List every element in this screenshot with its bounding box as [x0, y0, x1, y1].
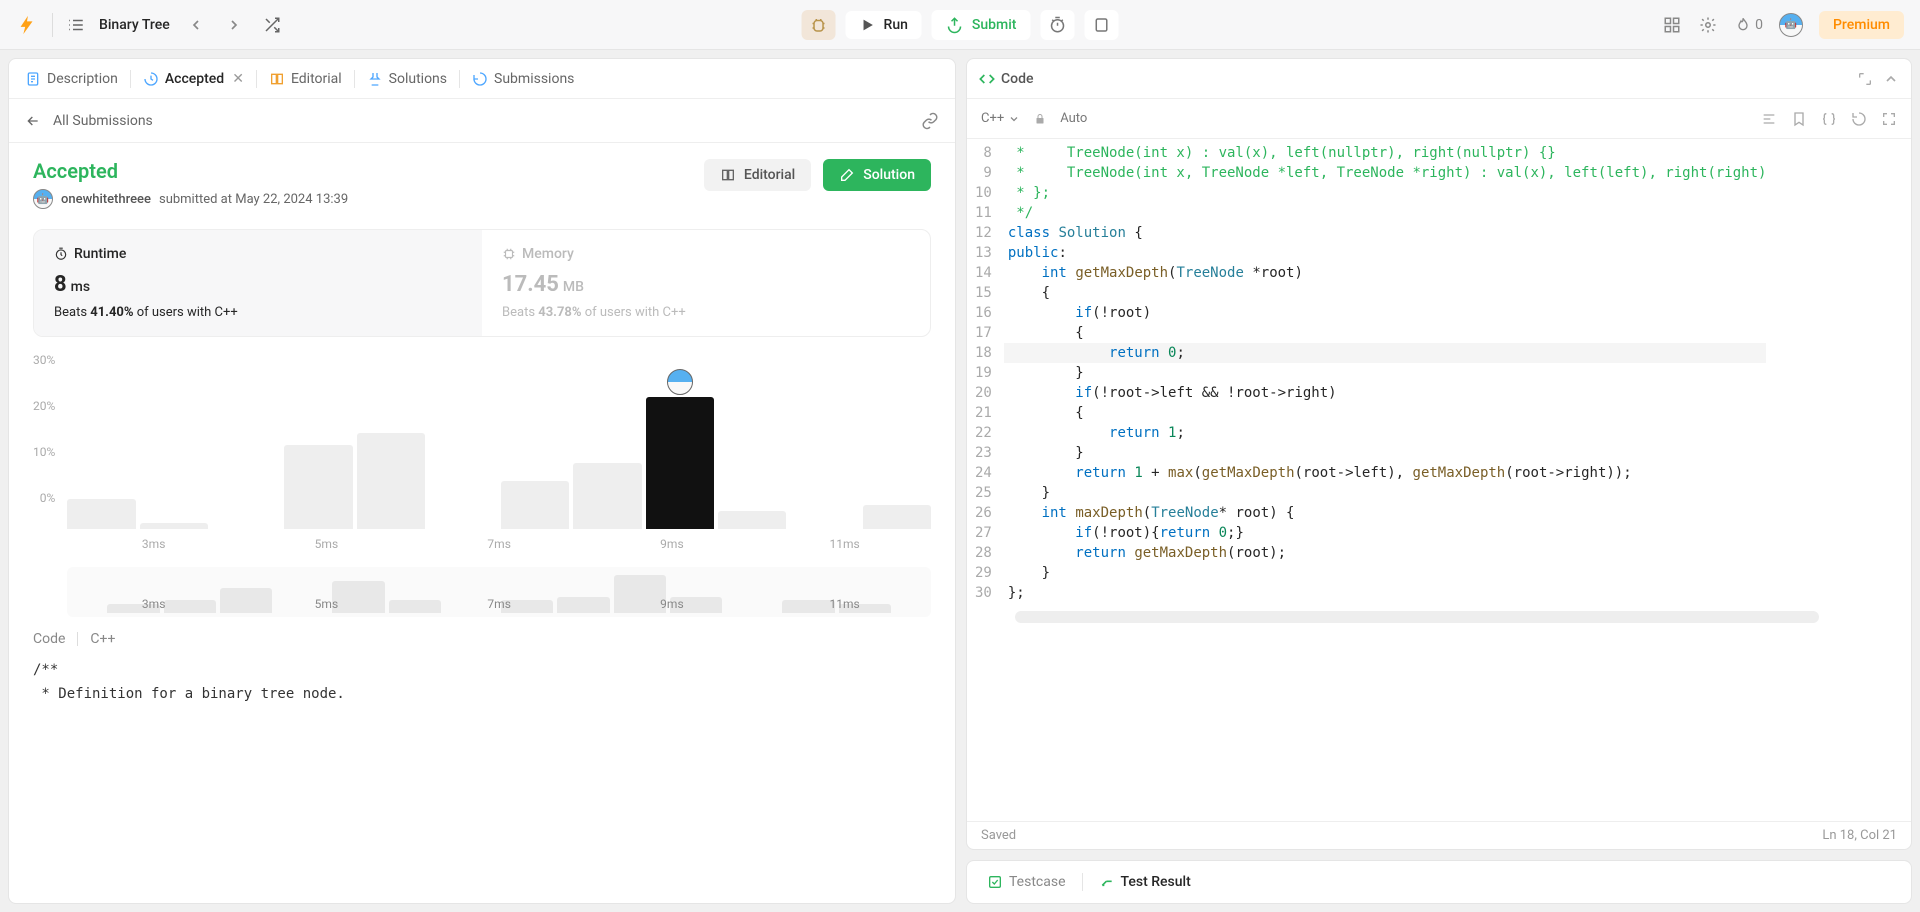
premium-button[interactable]: Premium [1819, 11, 1904, 39]
bookmark-icon[interactable] [1791, 111, 1807, 127]
code-editor-pane: Code C++ Auto [966, 58, 1912, 850]
auto-label[interactable]: Auto [1060, 111, 1087, 126]
code-section-header: Code C++ [33, 631, 931, 647]
lock-icon [1034, 113, 1046, 125]
submit-button[interactable]: Submit [932, 10, 1031, 40]
fullscreen-icon[interactable] [1881, 111, 1897, 127]
maximize-icon[interactable] [1857, 71, 1873, 87]
link-icon[interactable] [921, 112, 939, 130]
divider [52, 13, 53, 37]
chart-bar[interactable] [718, 511, 786, 529]
tab-solutions[interactable]: Solutions [355, 59, 459, 98]
chart-bar[interactable] [284, 445, 352, 529]
submitted-code: /** * Definition for a binary tree node. [33, 659, 931, 707]
chart-bar[interactable] [501, 481, 569, 529]
problem-list-icon[interactable] [67, 16, 85, 34]
streak-count: 0 [1755, 17, 1763, 33]
editorial-button[interactable]: Editorial [704, 159, 811, 191]
language-select[interactable]: C++ [981, 111, 1020, 126]
chart-bars[interactable] [67, 349, 931, 529]
run-label: Run [884, 17, 908, 33]
subheader: All Submissions [9, 99, 955, 143]
format-icon[interactable] [1761, 111, 1777, 127]
debug-button[interactable] [802, 10, 836, 40]
tab-description[interactable]: Description [13, 59, 130, 98]
user-marker [667, 369, 693, 395]
user-link[interactable]: onewhitethreee [61, 192, 151, 207]
chart-xaxis: 3ms5ms7ms9ms11ms [67, 537, 931, 551]
solution-button[interactable]: Solution [823, 159, 931, 191]
settings-icon[interactable] [1699, 15, 1719, 35]
user-avatar[interactable]: 🤖 [33, 189, 53, 209]
memory-metric[interactable]: Memory 17.45 MB Beats 43.78% of users wi… [482, 230, 930, 336]
chart-bar[interactable] [863, 505, 931, 529]
tab-accepted[interactable]: Accepted ✕ [131, 59, 256, 98]
cursor-position: Ln 18, Col 21 [1822, 828, 1897, 843]
chart-bar[interactable] [646, 397, 714, 529]
note-icon[interactable] [1084, 10, 1118, 40]
code-editor[interactable]: 8910111213141516171819202122232425262728… [967, 139, 1911, 821]
chart-xaxis-mini: 3ms5ms7ms9ms11ms [67, 597, 931, 611]
test-pane: Testcase Test Result [966, 860, 1912, 904]
status-title: Accepted [33, 159, 348, 183]
editor-lines[interactable]: * TreeNode(int x) : val(x), left(nullptr… [1004, 139, 1767, 607]
chart-bar[interactable] [140, 523, 208, 529]
back-button[interactable] [25, 113, 41, 129]
next-problem-button[interactable] [222, 13, 246, 37]
runtime-chart: 30%20%10%0% 3ms5ms7ms9ms11ms 3ms5ms7ms9m… [33, 349, 931, 611]
streak-indicator[interactable]: 0 [1735, 17, 1763, 33]
problem-title[interactable]: Binary Tree [99, 17, 170, 33]
chart-yaxis: 30%20%10%0% [33, 349, 59, 529]
top-bar: Binary Tree Run Submit [0, 0, 1920, 50]
braces-icon[interactable] [1821, 111, 1837, 127]
runtime-metric[interactable]: Runtime 8 ms Beats 41.40% of users with … [34, 230, 482, 336]
dashboard-icon[interactable] [1663, 15, 1683, 35]
saved-status: Saved [981, 828, 1016, 843]
timer-icon[interactable] [1040, 10, 1074, 40]
code-tab-icon [979, 71, 995, 87]
reset-icon[interactable] [1851, 111, 1867, 127]
editor-hscrollbar[interactable] [1015, 611, 1819, 623]
tab-test-result[interactable]: Test Result [1087, 874, 1203, 890]
prev-problem-button[interactable] [184, 13, 208, 37]
tab-testcase[interactable]: Testcase [975, 874, 1078, 890]
submission-content: Accepted 🤖 onewhitethreee submitted at M… [9, 143, 955, 903]
chart-bar[interactable] [573, 463, 641, 529]
run-button[interactable]: Run [846, 11, 922, 39]
submit-label: Submit [972, 17, 1017, 33]
chevron-up-icon[interactable] [1883, 71, 1899, 87]
logo-icon[interactable] [16, 13, 38, 37]
metrics-card: Runtime 8 ms Beats 41.40% of users with … [33, 229, 931, 337]
tab-submissions[interactable]: Submissions [460, 59, 586, 98]
shuffle-icon[interactable] [260, 13, 284, 37]
avatar[interactable]: 🤖 [1779, 13, 1803, 37]
editor-gutter: 8910111213141516171819202122232425262728… [967, 139, 1004, 607]
code-tab-label[interactable]: Code [1001, 71, 1033, 87]
close-icon[interactable]: ✕ [232, 71, 244, 87]
submission-pane: Description Accepted ✕ Editorial Solutio… [8, 58, 956, 904]
tab-editorial[interactable]: Editorial [257, 59, 354, 98]
chart-bar[interactable] [357, 433, 425, 529]
submitted-at: submitted at May 22, 2024 13:39 [159, 192, 348, 207]
subheader-title[interactable]: All Submissions [53, 113, 153, 129]
left-tabs: Description Accepted ✕ Editorial Solutio… [9, 59, 955, 99]
chart-bar[interactable] [67, 499, 135, 529]
